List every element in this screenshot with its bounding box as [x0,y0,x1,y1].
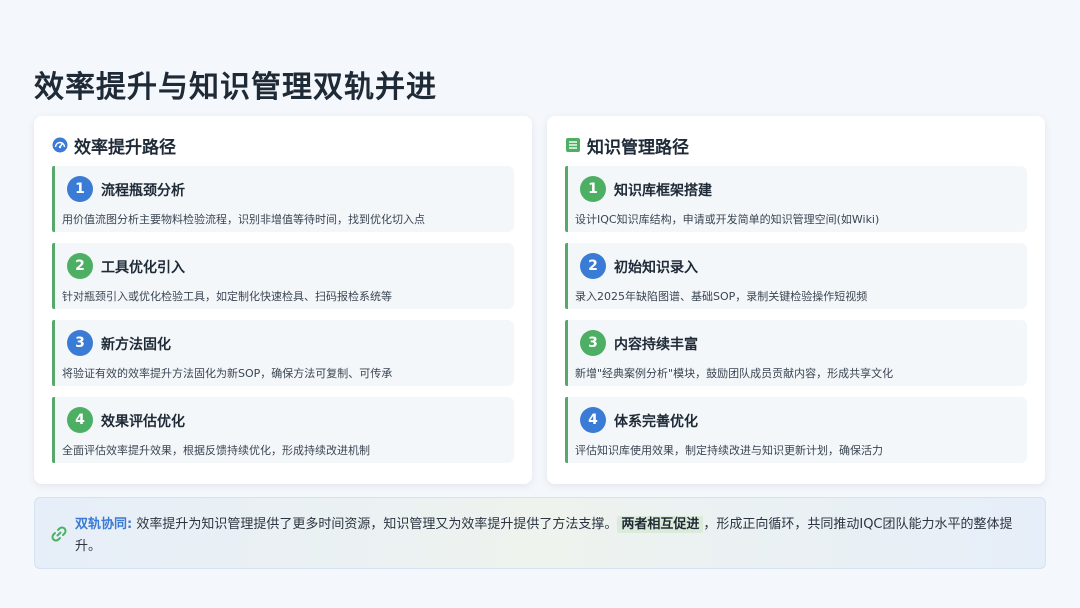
step-title: 初始知识录入 [614,260,698,276]
efficiency-step-3: 3 新方法固化 将验证有效的效率提升方法固化为新SOP，确保方法可复制、可传承 [52,320,514,386]
efficiency-step-2: 2 工具优化引入 针对瓶颈引入或优化检验工具，如定制化快速检具、扫码报检系统等 [52,243,514,309]
efficiency-panel-header: 效率提升路径 [52,134,176,158]
page-title: 效率提升与知识管理双轨并进 [34,70,437,105]
slide: 效率提升与知识管理双轨并进 效率提升路径 1 流程瓶颈分析 用价值流图分析主要物… [0,0,1080,608]
step-description: 设计IQC知识库结构，申请或开发简单的知识管理空间(如Wiki) [575,213,880,226]
step-description: 针对瓶颈引入或优化检验工具，如定制化快速检具、扫码报检系统等 [62,290,392,303]
step-number: 1 [580,176,606,202]
step-number: 1 [67,176,93,202]
knowledge-step-3: 3 内容持续丰富 新增"经典案例分析"模块，鼓励团队成员贡献内容，形成共享文化 [565,320,1027,386]
step-title: 新方法固化 [101,337,171,353]
step-description: 录入2025年缺陷图谱、基础SOP，录制关键检验操作短视频 [575,290,868,303]
step-description: 全面评估效率提升效果，根据反馈持续优化，形成持续改进机制 [62,444,370,457]
step-number: 2 [67,253,93,279]
step-title: 知识库框架搭建 [614,183,712,199]
step-number: 3 [67,330,93,356]
step-description: 新增"经典案例分析"模块，鼓励团队成员贡献内容，形成共享文化 [575,367,894,380]
step-number: 4 [67,407,93,433]
step-title: 内容持续丰富 [614,337,698,353]
link-icon [51,526,67,542]
synergy-highlight: 两者相互促进 [617,516,704,533]
knowledge-step-2: 2 初始知识录入 录入2025年缺陷图谱、基础SOP，录制关键检验操作短视频 [565,243,1027,309]
step-description: 将验证有效的效率提升方法固化为新SOP，确保方法可复制、可传承 [62,367,393,380]
efficiency-step-1: 1 流程瓶颈分析 用价值流图分析主要物料检验流程，识别非增值等待时间，找到优化切… [52,166,514,232]
step-description: 用价值流图分析主要物料检验流程，识别非增值等待时间，找到优化切入点 [62,213,425,226]
efficiency-panel-title: 效率提升路径 [74,137,176,158]
step-description: 评估知识库使用效果，制定持续改进与知识更新计划，确保活力 [575,444,883,457]
synergy-label: 双轨协同: [75,517,133,532]
knowledge-panel-title: 知识管理路径 [587,137,689,158]
step-title: 流程瓶颈分析 [101,183,185,199]
step-number: 3 [580,330,606,356]
step-number: 4 [580,407,606,433]
step-number: 2 [580,253,606,279]
synergy-text: 双轨协同: 效率提升为知识管理提供了更多时间资源，知识管理又为效率提升提供了方法… [75,514,1025,558]
knowledge-step-1: 1 知识库框架搭建 设计IQC知识库结构，申请或开发简单的知识管理空间(如Wik… [565,166,1027,232]
efficiency-step-4: 4 效果评估优化 全面评估效率提升效果，根据反馈持续优化，形成持续改进机制 [52,397,514,463]
knowledge-step-4: 4 体系完善优化 评估知识库使用效果，制定持续改进与知识更新计划，确保活力 [565,397,1027,463]
synergy-note: 双轨协同: 效率提升为知识管理提供了更多时间资源，知识管理又为效率提升提供了方法… [34,497,1046,569]
step-title: 效果评估优化 [101,414,185,430]
efficiency-panel: 效率提升路径 1 流程瓶颈分析 用价值流图分析主要物料检验流程，识别非增值等待时… [34,116,532,484]
knowledge-panel: 知识管理路径 1 知识库框架搭建 设计IQC知识库结构，申请或开发简单的知识管理… [547,116,1045,484]
step-title: 体系完善优化 [614,414,698,430]
gauge-icon [52,137,68,153]
synergy-text-before: 效率提升为知识管理提供了更多时间资源，知识管理又为效率提升提供了方法支撑。 [132,517,618,532]
step-title: 工具优化引入 [101,260,185,276]
list-icon [566,138,580,152]
knowledge-panel-header: 知识管理路径 [565,134,689,158]
